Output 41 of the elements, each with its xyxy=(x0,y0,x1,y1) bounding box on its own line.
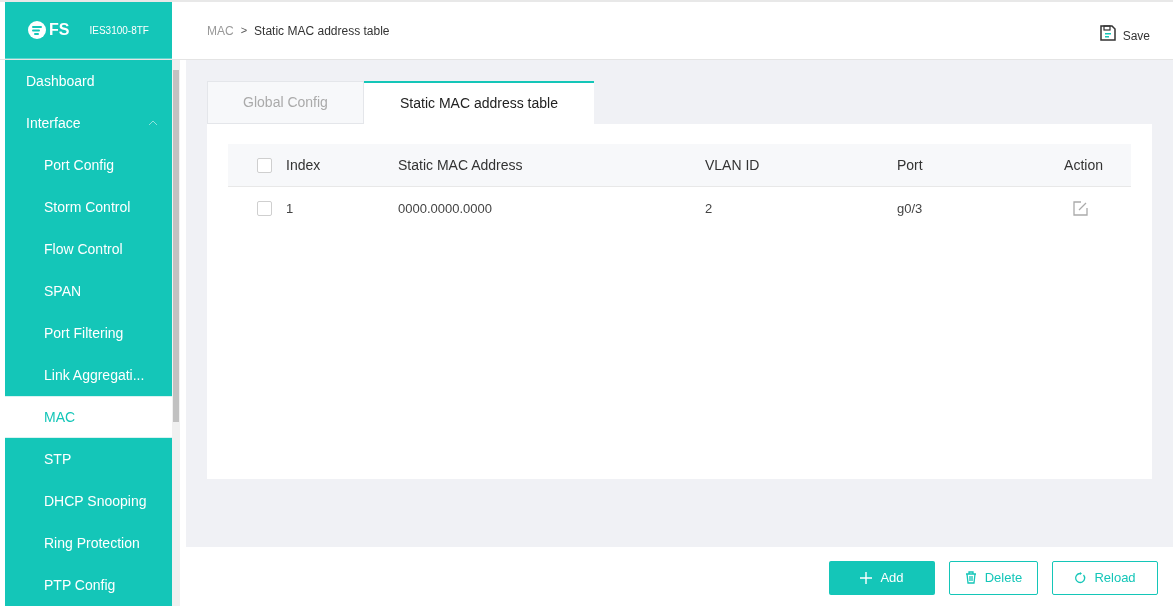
checkbox[interactable] xyxy=(257,201,272,216)
menu-item[interactable]: STP xyxy=(5,438,172,480)
menu-item[interactable]: SPAN xyxy=(5,270,172,312)
table-cell: 0000.0000.0000 xyxy=(398,200,492,216)
edit-icon[interactable] xyxy=(1073,201,1088,216)
reload-button[interactable]: Reload xyxy=(1052,560,1158,595)
tab[interactable]: Global Config xyxy=(207,81,364,124)
menu-item[interactable]: Ring Protection xyxy=(5,522,172,564)
scrollbar[interactable] xyxy=(172,60,180,606)
table-cell-text: 1 xyxy=(286,199,294,218)
breadcrumb-separator: > xyxy=(240,23,248,39)
save-button[interactable]: Save xyxy=(1098,2,1173,59)
add-button[interactable]: Add xyxy=(829,560,935,595)
model-name: IES3100-8TF xyxy=(89,23,149,38)
reload-icon xyxy=(1074,571,1087,584)
menu-item[interactable]: Flow Control xyxy=(5,228,172,270)
trash-icon xyxy=(964,571,977,584)
delete-button[interactable]: Delete xyxy=(949,560,1038,595)
plus-icon xyxy=(860,571,873,584)
menu-item[interactable]: Link Aggregati... xyxy=(5,354,172,396)
breadcrumb-current: Static MAC address table xyxy=(254,22,390,40)
menu-item[interactable]: Dashboard xyxy=(5,60,172,102)
breadcrumb-link[interactable]: MAC xyxy=(207,21,234,40)
fs-logo: FS xyxy=(28,18,70,42)
column-header: VLAN ID xyxy=(705,156,760,173)
menu-item[interactable]: Port Filtering xyxy=(5,312,172,354)
column-header: Index xyxy=(286,155,321,175)
checkbox[interactable] xyxy=(257,157,272,173)
menu-item[interactable]: DHCP Snooping xyxy=(5,480,172,522)
tab[interactable]: Static MAC address table xyxy=(364,81,594,124)
column-header: Static MAC Address xyxy=(398,156,523,173)
menu-item[interactable]: Storm Control xyxy=(5,186,172,228)
save-icon xyxy=(1098,23,1117,42)
menu-item[interactable]: PTP Config xyxy=(5,564,172,606)
column-header: Port xyxy=(897,156,923,173)
menu-item[interactable]: Interface xyxy=(5,102,172,144)
table-cell: 2 xyxy=(705,200,713,216)
column-header: Action xyxy=(1064,155,1103,175)
menu-item[interactable]: Port Config xyxy=(5,144,172,186)
menu-item[interactable]: MAC xyxy=(5,396,172,438)
table-cell: g0/3 xyxy=(897,200,923,216)
